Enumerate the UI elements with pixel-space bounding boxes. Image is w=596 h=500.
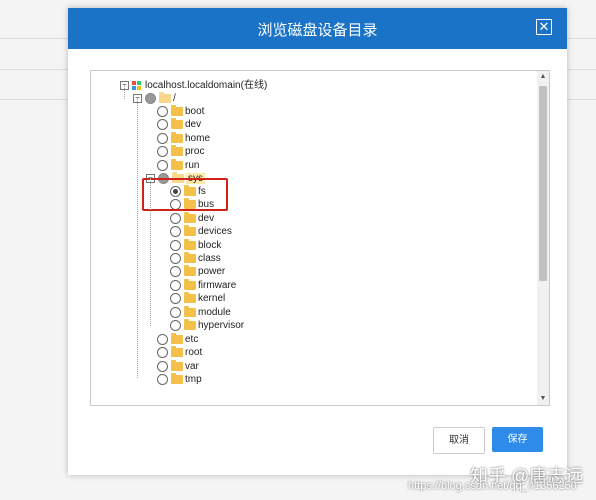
folder-icon [184, 252, 196, 263]
tree-node[interactable]: devices [170, 225, 232, 238]
tree-node-label: / [173, 93, 176, 104]
folder-icon [184, 225, 196, 237]
radio-icon[interactable] [170, 306, 181, 318]
folder-icon [184, 265, 196, 277]
windows-logo-icon [132, 80, 142, 91]
folder-icon [171, 333, 183, 344]
radio-icon[interactable] [157, 132, 168, 144]
tree-node[interactable]: var [157, 359, 199, 373]
tree-node[interactable]: block [170, 238, 222, 252]
folder-icon [171, 131, 183, 143]
folder-icon [171, 145, 183, 157]
save-button[interactable]: 保存 [492, 427, 543, 452]
watermark-url: https://blog.csdn.net/qq_41356250 [408, 480, 577, 492]
tree-content: − localhost.localdomain(在线) − / boot dev hom… [91, 71, 537, 405]
radio-icon[interactable] [157, 360, 168, 372]
highlight-annotation [142, 178, 228, 211]
tree-node-label: block [198, 239, 222, 251]
tree-node[interactable]: etc [157, 333, 198, 346]
directory-tree: − localhost.localdomain(在线) − / boot dev hom… [90, 70, 550, 406]
scroll-up-icon[interactable]: ▲ [537, 71, 549, 83]
tree-node[interactable]: dev [157, 118, 201, 131]
dialog-title: 浏览磁盘设备目录 [257, 22, 378, 39]
tree-node[interactable]: run [157, 158, 200, 172]
tree-node[interactable]: power [170, 265, 225, 278]
tree-node[interactable]: class [170, 252, 221, 265]
radio-icon[interactable] [157, 159, 168, 171]
tree-connector-line [150, 178, 151, 326]
folder-icon [171, 346, 183, 358]
folder-icon [184, 305, 196, 317]
radio-icon[interactable] [170, 266, 181, 278]
radio-icon[interactable] [170, 212, 181, 224]
tree-node[interactable]: module [170, 305, 231, 319]
tree-node-label: boot [185, 106, 205, 117]
radio-icon[interactable] [157, 106, 168, 117]
radio-icon[interactable] [170, 226, 181, 238]
tree-node-label: proc [185, 146, 205, 158]
tree-node-label: hypervisor [198, 320, 245, 331]
tree-node-label: kernel [198, 293, 226, 305]
tree-node-label: root [185, 347, 203, 359]
tree-connector-line [124, 85, 125, 99]
radio-icon[interactable] [157, 347, 168, 359]
scroll-down-icon[interactable]: ▼ [537, 393, 549, 405]
tree-node[interactable]: hypervisor [170, 319, 244, 332]
tree-node[interactable]: home [157, 131, 211, 145]
tree-node[interactable]: kernel [170, 292, 225, 305]
folder-icon [184, 278, 196, 290]
radio-icon[interactable] [170, 293, 181, 305]
tree-node-label: tmp [185, 374, 202, 386]
folder-icon [184, 238, 196, 250]
tree-connector-line [137, 98, 138, 378]
folder-icon [171, 118, 183, 130]
tree-node-label: etc [185, 334, 199, 345]
tree-node-label: localhost.localdomain(在线) [145, 80, 268, 91]
tree-node-label: var [185, 360, 199, 372]
folder-icon [171, 373, 183, 385]
tree-node-label: run [185, 159, 200, 171]
tree-scrollbar[interactable]: ▲ ▼ [537, 71, 549, 405]
tree-node-label: firmware [198, 279, 237, 291]
tree-node[interactable]: boot [157, 105, 204, 118]
tree-node-label: devices [198, 226, 232, 238]
radio-icon[interactable] [157, 146, 168, 158]
tree-node-root[interactable]: − localhost.localdomain(在线) [120, 79, 267, 92]
radio-icon[interactable] [170, 239, 181, 251]
tree-node-label: power [198, 266, 226, 278]
radio-icon[interactable] [170, 279, 181, 291]
folder-icon [171, 105, 183, 116]
radio-icon[interactable] [170, 253, 181, 264]
browse-disk-dialog: 浏览磁盘设备目录 ✕ − localhost.localdomain(在线) − /… [68, 8, 567, 475]
dialog-header: 浏览磁盘设备目录 ✕ [68, 8, 567, 49]
cancel-button[interactable]: 取消 [433, 427, 485, 454]
radio-icon[interactable] [157, 374, 168, 386]
folder-icon [184, 319, 196, 330]
radio-icon[interactable] [170, 320, 181, 331]
tree-node[interactable]: root [157, 346, 202, 359]
scrollbar-thumb[interactable] [539, 86, 547, 281]
folder-icon [171, 158, 183, 170]
radio-icon[interactable] [157, 119, 168, 131]
close-icon[interactable]: ✕ [536, 19, 552, 35]
tree-node-label: dev [185, 119, 202, 131]
tree-node-label: dev [198, 212, 215, 224]
tree-node-label: module [198, 306, 231, 318]
folder-icon [171, 359, 183, 371]
tree-node-label: home [185, 132, 211, 144]
tree-node[interactable]: firmware [170, 278, 237, 292]
folder-icon [184, 292, 196, 304]
folder-icon [184, 211, 196, 223]
tree-node[interactable]: dev [170, 211, 215, 225]
tree-node-label: class [198, 253, 221, 264]
radio-icon[interactable] [157, 334, 168, 345]
tree-node[interactable]: proc [157, 145, 204, 158]
folder-open-icon [159, 92, 171, 103]
tree-node[interactable]: tmp [157, 373, 202, 386]
tree-node-slash[interactable]: − / [133, 92, 176, 105]
radio-partial-icon[interactable] [145, 93, 156, 104]
